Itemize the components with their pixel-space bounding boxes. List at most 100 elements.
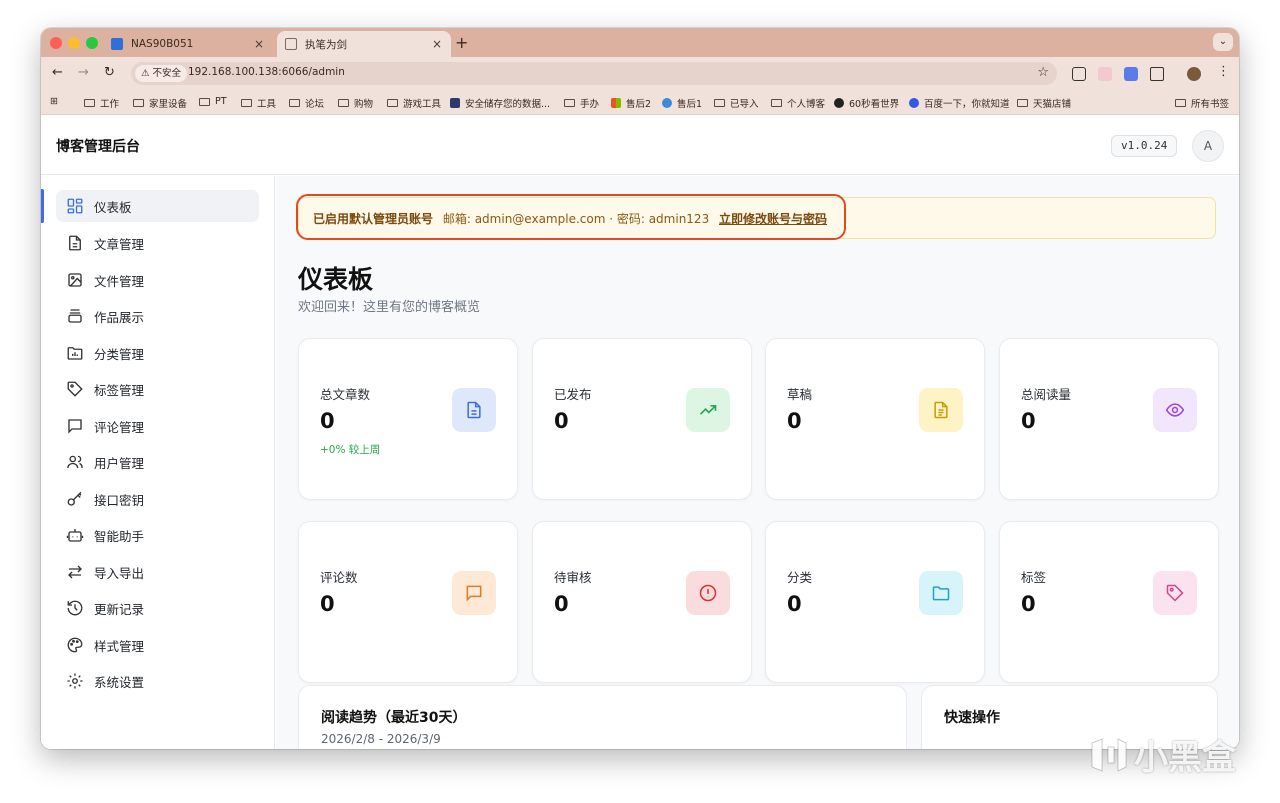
stat-card-tags[interactable]: 标签 0 — [999, 521, 1219, 683]
back-button[interactable]: ← — [52, 65, 63, 80]
extension-icon[interactable] — [1098, 67, 1112, 81]
sidebar-item-changelog[interactable]: 更新记录 — [56, 592, 259, 624]
security-indicator[interactable]: ⚠ 不安全 — [135, 65, 188, 82]
folder-icon — [84, 99, 95, 107]
stat-card-total-views[interactable]: 总阅读量 0 — [999, 338, 1219, 500]
sidebar-item-label: 智能助手 — [94, 528, 145, 544]
tab-title: 执笔为剑 — [305, 38, 347, 51]
tab-search-button[interactable]: ⌄ — [1213, 33, 1233, 51]
close-tab-icon[interactable]: × — [251, 37, 267, 51]
sidebar-item-styles[interactable]: 样式管理 — [56, 629, 259, 661]
browser-window: NAS90B051 × 执笔为剑 × + ⌄ ← → ↻ ⚠ 不安全 192.1… — [41, 28, 1239, 749]
sidebar-item-api-keys[interactable]: 接口密钥 — [56, 483, 259, 515]
stat-card-categories[interactable]: 分类 0 — [765, 521, 985, 683]
close-window-button[interactable] — [50, 37, 62, 49]
sidebar-item-tags[interactable]: 标签管理 — [56, 373, 259, 405]
sidebar-item-articles[interactable]: 文章管理 — [56, 227, 259, 259]
sidebar-item-files[interactable]: 文件管理 — [56, 264, 259, 296]
folder-icon — [387, 99, 398, 107]
bookmark-link[interactable]: 60秒看世界 — [834, 96, 899, 110]
folder-icon — [1017, 99, 1028, 107]
change-credentials-link[interactable]: 立即修改账号与密码 — [719, 212, 827, 226]
sidebar-item-works[interactable]: 作品展示 — [56, 300, 259, 332]
sidebar-item-label: 用户管理 — [94, 455, 145, 471]
app-title: 博客管理后台 — [56, 139, 140, 155]
profile-avatar-icon[interactable] — [1187, 67, 1201, 81]
alert-circle-icon — [686, 571, 730, 615]
version-badge: v1.0.24 — [1111, 135, 1178, 157]
bookmark-folder[interactable]: 游戏工具 — [387, 96, 441, 110]
sidebar-item-import-export[interactable]: 导入导出 — [56, 556, 259, 588]
stat-card-pending[interactable]: 待审核 0 — [532, 521, 752, 683]
bookmark-folder[interactable]: 已导入 — [714, 96, 759, 110]
sidebar-item-categories[interactable]: 分类管理 — [56, 337, 259, 369]
sidebar-item-label: 作品展示 — [94, 309, 145, 325]
extension-icon[interactable] — [1072, 67, 1086, 81]
stat-label: 标签 — [1021, 570, 1047, 585]
forward-button[interactable]: → — [78, 65, 89, 80]
bookmark-folder[interactable]: 购物 — [338, 96, 373, 110]
stat-card-comments[interactable]: 评论数 0 — [298, 521, 518, 683]
url-text[interactable]: 192.168.100.138:6066/admin — [188, 66, 345, 78]
address-bar[interactable]: ⚠ 不安全 192.168.100.138:6066/admin ☆ — [131, 62, 1057, 85]
folder-icon — [199, 97, 210, 106]
tab-title: NAS90B051 — [131, 38, 194, 50]
stat-card-total-articles[interactable]: 总文章数 0 +0% 较上周 — [298, 338, 518, 500]
more-menu-icon[interactable]: ⋮ — [1217, 64, 1230, 79]
minimize-window-button[interactable] — [68, 37, 80, 49]
stat-value: 0 — [554, 592, 569, 616]
stat-value: 0 — [1021, 409, 1036, 433]
tab-blog[interactable]: 执笔为剑 × — [277, 31, 451, 57]
folder-icon — [771, 99, 782, 107]
bookmark-link[interactable]: 百度一下，你就知道 — [909, 96, 1010, 110]
sidebar-item-label: 更新记录 — [94, 601, 145, 617]
date-range: 2026/2/8 - 2026/3/9 — [321, 732, 441, 746]
bookmark-label: 家里设备 — [149, 99, 188, 110]
bookmark-folder[interactable]: 论坛 — [289, 96, 324, 110]
user-avatar[interactable]: A — [1192, 130, 1224, 162]
stat-card-drafts[interactable]: 草稿 0 — [765, 338, 985, 500]
blog-admin-app: 博客管理后台 v1.0.24 A 仪表板 文章管理 文件管理 作品展示 分类管理… — [41, 116, 1239, 749]
bookmark-star-icon[interactable]: ☆ — [1037, 65, 1049, 80]
sidebar-item-assistant[interactable]: 智能助手 — [56, 519, 259, 551]
maximize-window-button[interactable] — [86, 37, 98, 49]
stat-label: 草稿 — [787, 387, 813, 402]
bookmark-folder[interactable]: PT — [199, 96, 227, 107]
puzzle-icon[interactable] — [1150, 67, 1164, 81]
bookmark-label: 天猫店铺 — [1033, 99, 1072, 110]
reload-button[interactable]: ↻ — [104, 65, 115, 80]
bookmark-link[interactable]: 售后2 — [611, 96, 651, 110]
bookmark-folder[interactable]: 天猫店铺 — [1017, 96, 1071, 110]
folder-icon — [133, 99, 144, 107]
sidebar-item-settings[interactable]: 系统设置 — [56, 665, 259, 697]
sidebar-item-label: 分类管理 — [94, 346, 145, 362]
bookmark-link[interactable]: 安全储存您的数据... — [450, 96, 550, 110]
site-icon — [662, 98, 672, 108]
stat-value: 0 — [787, 592, 802, 616]
bookmark-folder[interactable]: 家里设备 — [133, 96, 187, 110]
bookmark-label: 已导入 — [730, 99, 759, 110]
new-tab-button[interactable]: + — [455, 33, 468, 52]
stat-card-published[interactable]: 已发布 0 — [532, 338, 752, 500]
apps-grid-icon[interactable]: ⊞ — [50, 96, 58, 107]
bookmark-folder[interactable]: 工作 — [84, 96, 119, 110]
close-tab-icon[interactable]: × — [429, 37, 445, 51]
bookmark-folder[interactable]: 个人博客 — [771, 96, 825, 110]
all-bookmarks[interactable]: 所有书签 — [1175, 96, 1229, 110]
sidebar-item-users[interactable]: 用户管理 — [56, 446, 259, 478]
bookmark-label: 所有书签 — [1191, 99, 1230, 110]
extension-icon[interactable] — [1124, 67, 1138, 81]
bookmark-label: 手办 — [580, 99, 600, 110]
tab-nas[interactable]: NAS90B051 × — [103, 31, 273, 57]
bookmark-folder[interactable]: 手办 — [564, 96, 599, 110]
bookmark-folder[interactable]: 工具 — [241, 96, 276, 110]
app-header: 博客管理后台 v1.0.24 A — [41, 116, 1239, 175]
browser-toolbar: ← → ↻ ⚠ 不安全 192.168.100.138:6066/admin ☆… — [41, 57, 1239, 90]
stat-label: 评论数 — [320, 570, 358, 585]
folder-chart-icon — [67, 347, 83, 360]
sidebar-item-dashboard[interactable]: 仪表板 — [56, 190, 259, 222]
banner-detail: 邮箱: admin@example.com · 密码: admin123 — [442, 212, 710, 226]
sidebar-item-comments[interactable]: 评论管理 — [56, 410, 259, 442]
bookmark-link[interactable]: 售后1 — [662, 96, 702, 110]
sidebar-item-label: 样式管理 — [94, 638, 145, 654]
